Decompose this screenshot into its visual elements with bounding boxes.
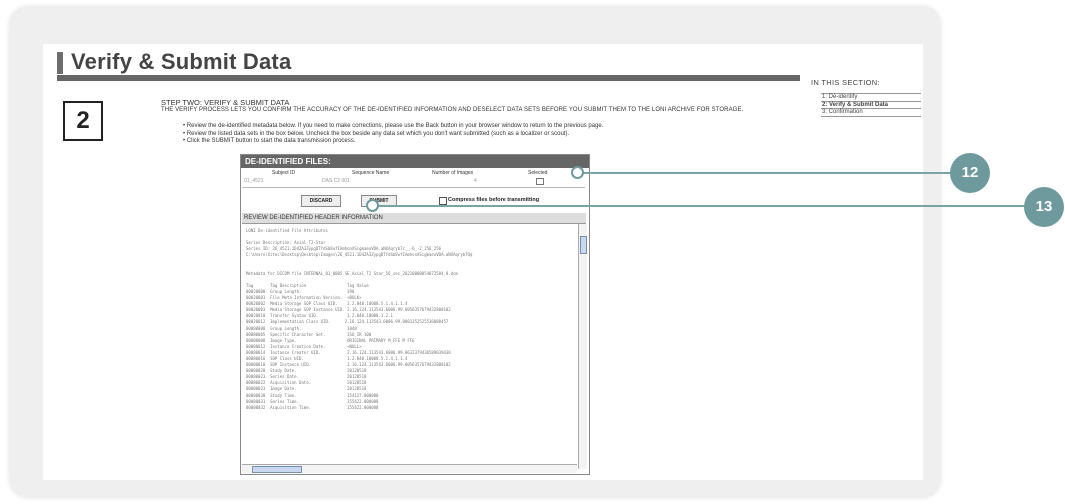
screenshot-card: Verify & Submit Data 2 STEP TWO: VERIFY … — [10, 7, 940, 497]
discard-button[interactable]: DISCARD — [301, 195, 341, 207]
step-number-box: 2 — [63, 101, 103, 141]
horizontal-scroll-thumb[interactable] — [252, 466, 302, 473]
step-description: THE VERIFY PROCESS LETS YOU CONFIRM THE … — [161, 107, 744, 113]
sidebar-heading: IN THIS SECTION: — [811, 78, 880, 87]
page-title: Verify & Submit Data — [71, 49, 292, 74]
column-header-subject: Subject ID — [272, 170, 296, 176]
sidebar-link-confirmation[interactable]: 3: Confirmation — [821, 109, 921, 117]
callout-badge-12: 12 — [950, 153, 990, 193]
callout-anchor-12 — [571, 166, 584, 179]
compress-checkbox[interactable] — [439, 197, 447, 205]
sidebar-link-verify[interactable]: 2: Verify & Submit Data — [821, 102, 921, 109]
review-header-label: REVIEW DE-IDENTIFIED HEADER INFORMATION — [242, 213, 586, 224]
compress-label: Compress files before transmitting — [448, 197, 540, 203]
cell-images: 4 — [474, 178, 477, 184]
log-line: 00080032 Acquisition Time. 155422.000000 — [246, 404, 379, 410]
callout-line-12 — [578, 172, 958, 174]
cell-sequence: DAS C2 001 — [322, 178, 350, 184]
vertical-scroll-thumb[interactable] — [580, 236, 587, 254]
instruction-item: Review the listed data sets in the box b… — [183, 131, 603, 139]
sidebar-link-deidentify[interactable]: 1: De-identify — [821, 94, 921, 102]
instruction-item: Click the SUBMIT button to start the dat… — [183, 138, 603, 146]
instruction-list: Review the de-identified metadata below.… — [183, 123, 604, 146]
panel-heading: DE-IDENTIFIED FILES: — [241, 155, 589, 168]
step-heading: STEP TWO: VERIFY & SUBMIT DATA — [161, 98, 290, 107]
column-header-images: Number of Images — [432, 170, 474, 176]
files-table: Subject ID Sequence Name Number of Image… — [242, 169, 585, 188]
vertical-scrollbar[interactable] — [578, 224, 587, 469]
instruction-item: Review the de-identified metadata below.… — [183, 123, 604, 131]
column-header-selected: Selected — [528, 170, 548, 176]
title-rule — [57, 75, 800, 81]
horizontal-scrollbar[interactable] — [242, 464, 577, 473]
callout-line-13 — [373, 205, 1025, 207]
title-accent-bar — [57, 52, 63, 74]
deidentified-files-panel: DE-IDENTIFIED FILES: Subject ID Sequence… — [240, 154, 590, 475]
row-select-checkbox[interactable] — [536, 178, 544, 185]
callout-badge-13: 13 — [1024, 187, 1064, 227]
header-info-textarea[interactable]: LONI De-identified File Attributes Serie… — [242, 224, 585, 472]
column-header-sequence: Sequence Name — [352, 170, 390, 176]
callout-anchor-13 — [366, 199, 379, 212]
app-screenshot: Verify & Submit Data 2 STEP TWO: VERIFY … — [43, 44, 923, 480]
sidebar-links: 1: De-identify 2: Verify & Submit Data 3… — [821, 93, 921, 117]
cell-subject: 01_4521 — [244, 178, 264, 184]
